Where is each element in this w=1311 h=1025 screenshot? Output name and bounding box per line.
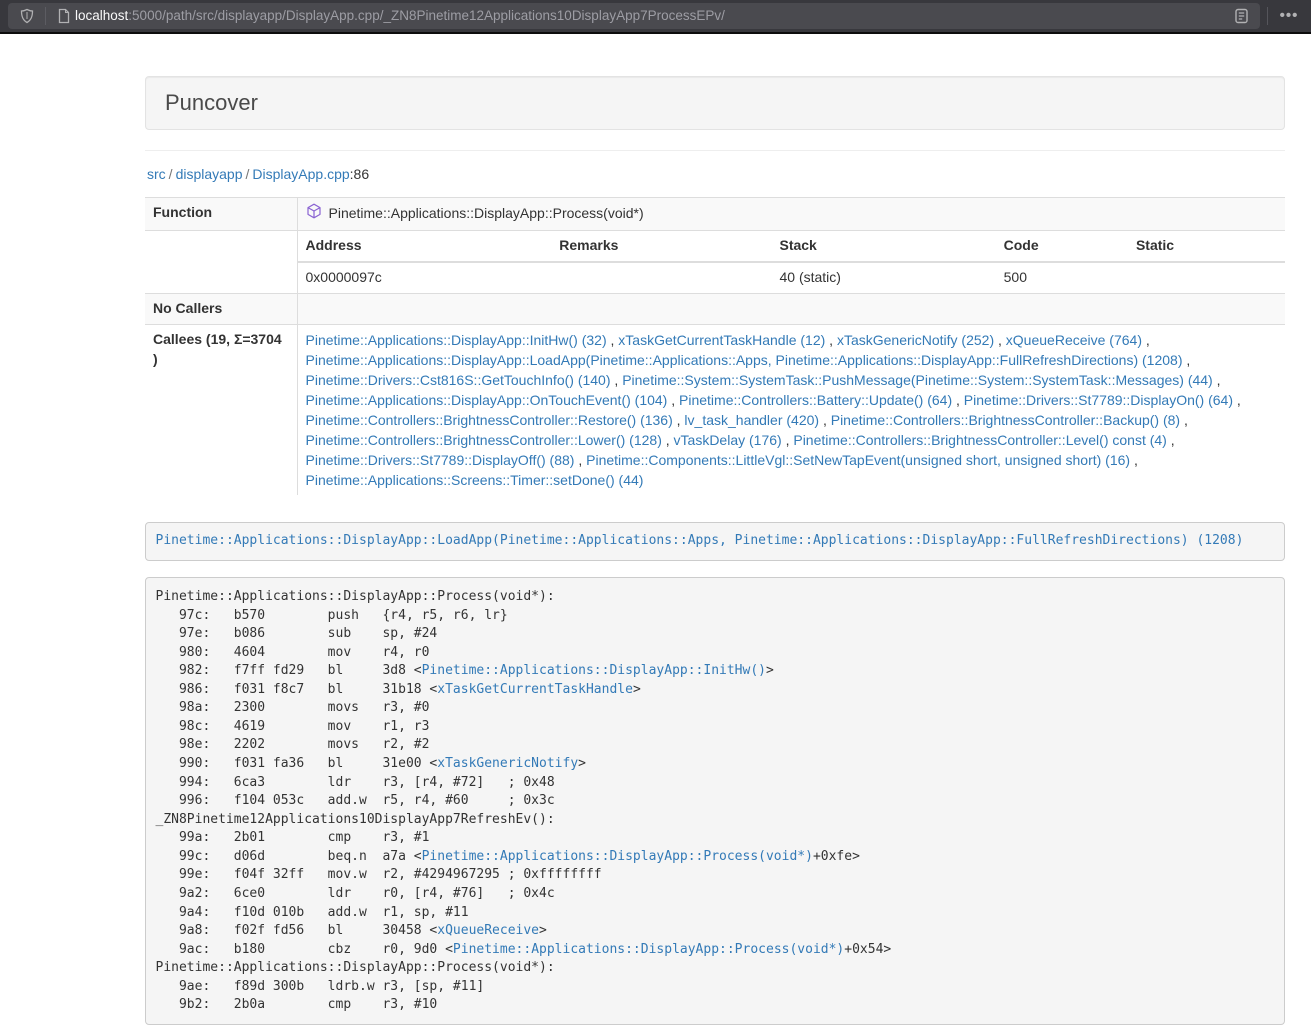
breadcrumb-separator: /: [166, 166, 176, 182]
callees-row: Callees (19, Σ=3704 ) Pinetime::Applicat…: [145, 324, 1285, 495]
function-name: Pinetime::Applications::DisplayApp::Proc…: [329, 204, 644, 224]
function-signature: Pinetime::Applications::DisplayApp::Proc…: [306, 203, 1278, 225]
shield-icon[interactable]: [16, 5, 38, 27]
disassembly-symbol-link[interactable]: xQueueReceive: [437, 923, 539, 938]
callee-link[interactable]: Pinetime::Applications::DisplayApp::Init…: [306, 332, 607, 348]
callee-separator: ,: [1233, 392, 1241, 408]
code-size-value: 500: [996, 262, 1128, 293]
url-bar[interactable]: localhost:5000/path/src/displayapp/Displ…: [8, 3, 1260, 29]
callee-separator: ,: [1182, 352, 1190, 368]
callee-separator: ,: [1180, 412, 1188, 428]
function-table: Function Pinetime::Applications::Display…: [145, 197, 1285, 495]
callee-separator: ,: [782, 432, 794, 448]
callee-link[interactable]: Pinetime::System::SystemTask::PushMessag…: [622, 372, 1213, 388]
callee-link[interactable]: xTaskGenericNotify (252): [837, 332, 994, 348]
callees-label: Callees (19, Σ=3704 ): [145, 324, 297, 495]
callee-separator: ,: [825, 332, 837, 348]
callee-separator: ,: [574, 452, 586, 468]
disassembly-symbol-link[interactable]: xTaskGetCurrentTaskHandle: [437, 682, 633, 697]
callee-link[interactable]: Pinetime::Controllers::BrightnessControl…: [831, 412, 1180, 428]
callee-link[interactable]: vTaskDelay (176): [674, 432, 782, 448]
callee-link[interactable]: Pinetime::Applications::DisplayApp::OnTo…: [306, 392, 668, 408]
breadcrumb-line-number: :86: [350, 166, 369, 182]
callee-link[interactable]: Pinetime::Controllers::BrightnessControl…: [306, 412, 673, 428]
callee-link[interactable]: Pinetime::Components::LittleVgl::SetNewT…: [586, 452, 1130, 468]
column-header-address: Address: [298, 231, 552, 262]
callee-link[interactable]: Pinetime::Applications::Screens::Timer::…: [306, 472, 644, 488]
stack-value: 40 (static): [771, 262, 995, 293]
remarks-value: [551, 262, 771, 293]
callee-link[interactable]: lv_task_handler (420): [684, 412, 819, 428]
no-callers-row: No Callers: [145, 293, 1285, 324]
column-header-static: Static: [1128, 231, 1285, 262]
disassembly-symbol-link[interactable]: xTaskGenericNotify: [437, 756, 578, 771]
reader-mode-icon[interactable]: [1230, 5, 1252, 27]
breadcrumb-displayapp-link[interactable]: displayapp: [176, 166, 243, 182]
callee-separator: ,: [607, 332, 619, 348]
no-callers-label: No Callers: [145, 293, 297, 324]
function-row: Function Pinetime::Applications::Display…: [145, 197, 1285, 230]
callee-link[interactable]: Pinetime::Controllers::BrightnessControl…: [793, 432, 1166, 448]
disassembly-symbol-link[interactable]: Pinetime::Applications::DisplayApp::Init…: [422, 663, 766, 678]
static-value: [1128, 262, 1285, 293]
app-title: Puncover: [165, 91, 1265, 115]
function-details-table: Address Remarks Stack Code Static 0x0000…: [298, 231, 1286, 293]
page-icon: [53, 5, 75, 27]
url-path: :5000/path/src/displayapp/DisplayApp.cpp…: [128, 8, 725, 23]
disassembly-symbol-link[interactable]: Pinetime::Applications::DisplayApp::Proc…: [422, 849, 813, 864]
callee-separator: ,: [952, 392, 964, 408]
callee-link[interactable]: Pinetime::Controllers::BrightnessControl…: [306, 432, 662, 448]
disassembly-block: Pinetime::Applications::DisplayApp::Proc…: [145, 577, 1285, 1025]
callee-separator: ,: [1142, 332, 1150, 348]
callee-separator: ,: [667, 392, 679, 408]
page-container: Puncover src/displayapp/DisplayApp.cpp:8…: [145, 34, 1285, 1025]
toolbar-divider: [1267, 7, 1268, 25]
callee-link[interactable]: Pinetime::Drivers::St7789::DisplayOff() …: [306, 452, 575, 468]
breadcrumb-src-link[interactable]: src: [147, 166, 166, 182]
callee-link[interactable]: Pinetime::Drivers::Cst816S::GetTouchInfo…: [306, 372, 611, 388]
function-details-row: Address Remarks Stack Code Static 0x0000…: [145, 230, 1285, 293]
callee-separator: ,: [1167, 432, 1175, 448]
callee-separator: ,: [662, 432, 674, 448]
breadcrumb: src/displayapp/DisplayApp.cpp:86: [147, 165, 1285, 185]
urlbar-divider: [45, 7, 46, 25]
function-label: Function: [145, 197, 297, 230]
callee-link[interactable]: Pinetime::Drivers::St7789::DisplayOn() (…: [964, 392, 1233, 408]
callee-separator: ,: [994, 332, 1006, 348]
divider: [145, 150, 1285, 151]
breadcrumb-separator: /: [243, 166, 253, 182]
breadcrumb-file-link[interactable]: DisplayApp.cpp: [252, 166, 349, 182]
callee-separator: ,: [1130, 452, 1138, 468]
callee-link[interactable]: xQueueReceive (764): [1006, 332, 1142, 348]
table-row: 0x0000097c 40 (static) 500: [298, 262, 1286, 293]
browser-toolbar: localhost:5000/path/src/displayapp/Displ…: [0, 0, 1311, 34]
disassembly-symbol-link[interactable]: Pinetime::Applications::DisplayApp::Proc…: [453, 942, 844, 957]
callee-separator: ,: [673, 412, 685, 428]
highlighted-symbol-link[interactable]: Pinetime::Applications::DisplayApp::Load…: [156, 533, 1244, 548]
callee-link[interactable]: xTaskGetCurrentTaskHandle (12): [618, 332, 825, 348]
url-text[interactable]: localhost:5000/path/src/displayapp/Displ…: [75, 6, 725, 25]
column-header-code: Code: [996, 231, 1128, 262]
url-host: localhost: [75, 8, 128, 23]
column-header-stack: Stack: [771, 231, 995, 262]
callee-separator: ,: [1213, 372, 1221, 388]
callee-link[interactable]: Pinetime::Applications::DisplayApp::Load…: [306, 352, 1183, 368]
more-menu-button[interactable]: •••: [1275, 4, 1303, 28]
callee-separator: ,: [819, 412, 831, 428]
highlighted-symbol-block: Pinetime::Applications::DisplayApp::Load…: [145, 522, 1285, 562]
callee-separator: ,: [611, 372, 623, 388]
app-header-panel: Puncover: [145, 76, 1285, 130]
column-header-remarks: Remarks: [551, 231, 771, 262]
address-value: 0x0000097c: [298, 262, 552, 293]
cube-icon: [306, 203, 322, 225]
callees-list: Pinetime::Applications::DisplayApp::Init…: [306, 330, 1278, 490]
callee-link[interactable]: Pinetime::Controllers::Battery::Update()…: [679, 392, 952, 408]
